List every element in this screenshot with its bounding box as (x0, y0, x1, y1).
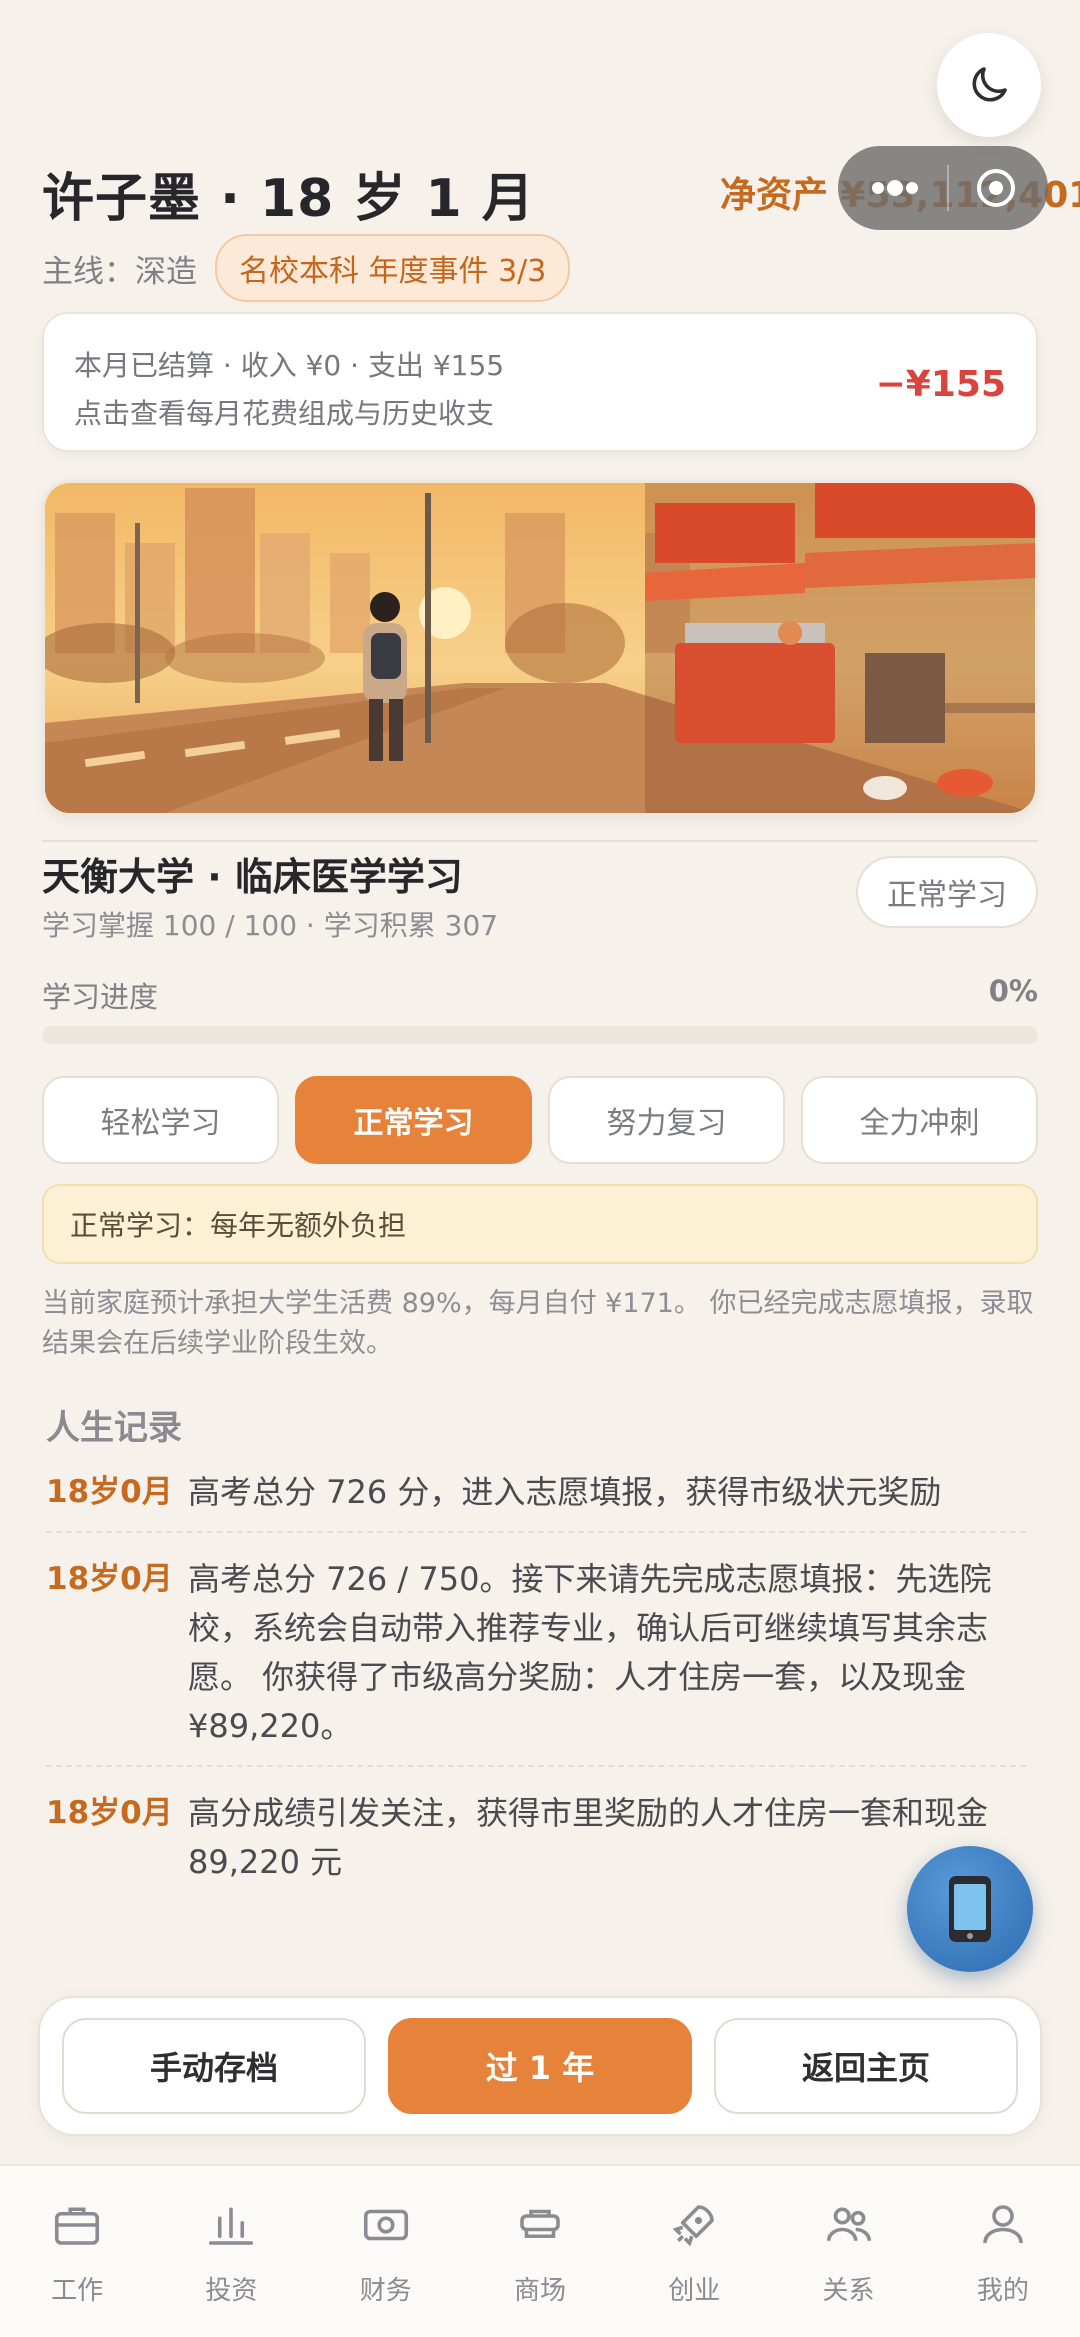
mainline-label: 主线：深造 (42, 253, 197, 290)
tab-invest[interactable]: 投资 (154, 2166, 308, 2337)
briefcase-icon (55, 2207, 100, 2245)
record-age: 18岁0月 (46, 1561, 173, 1597)
settlement-amount: −¥155 (875, 364, 1006, 405)
current-mode-badge[interactable]: 正常学习 (856, 856, 1038, 928)
return-home-button[interactable]: 返回主页 (714, 2018, 1018, 2114)
rocket-icon (672, 2205, 715, 2247)
close-target-icon[interactable] (974, 166, 1018, 210)
record-text: 高分成绩引发关注，获得市里奖励的人才住房一套和现金 89,220 元 (188, 1794, 989, 1881)
tab-startup[interactable]: 创业 (617, 2166, 771, 2337)
action-bar: 手动存档 过 1 年 返回主页 (38, 1996, 1042, 2136)
list-item: 18岁0月 高考总分 726 分，进入志愿填报，获得市级状元奖励 (46, 1460, 1026, 1533)
moon-icon (972, 67, 1007, 102)
user-icon (983, 2205, 1023, 2244)
cash-icon (363, 2209, 408, 2241)
progress-bar (42, 1026, 1038, 1044)
tab-label: 投资 (205, 2276, 258, 2306)
advance-year-button[interactable]: 过 1 年 (388, 2018, 692, 2114)
dark-mode-toggle-button[interactable] (937, 33, 1041, 137)
record-age: 18岁0月 (46, 1474, 173, 1510)
store-icon (520, 2209, 560, 2239)
phone-icon (949, 1876, 991, 1942)
university-title: 天衡大学 · 临床医学学习 (42, 855, 463, 899)
monthly-settlement-card[interactable]: 本月已结算 · 收入 ¥0 · 支出 ¥155 点击查看每月花费组成与历史收支 … (42, 312, 1038, 452)
family-support-description: 当前家庭预计承担大学生活费 89%，每月自付 ¥171。 你已经完成志愿填报，录… (42, 1288, 1034, 1359)
mode-hard-button[interactable]: 努力复习 (548, 1076, 785, 1164)
tab-label: 创业 (668, 2276, 721, 2306)
list-item: 18岁0月 高考总分 726 / 750。接下来请先完成志愿填报：先选院校，系统… (46, 1547, 1026, 1767)
progress-label: 学习进度 (42, 980, 159, 1014)
settlement-summary: 本月已结算 · 收入 ¥0 · 支出 ¥155 (74, 349, 505, 382)
tab-mall[interactable]: 商场 (463, 2166, 617, 2337)
scene-illustration (42, 480, 1038, 816)
tab-label: 商场 (513, 2276, 566, 2306)
street-scene-image (45, 483, 1035, 813)
life-records-title: 人生记录 (46, 1408, 182, 1448)
tab-label: 财务 (359, 2276, 412, 2306)
record-age: 18岁0月 (46, 1795, 173, 1831)
mode-relaxed-button[interactable]: 轻松学习 (42, 1076, 279, 1164)
study-stats: 学习掌握 100 / 100 · 学习积累 307 (42, 909, 499, 942)
section-divider (42, 840, 1038, 842)
tab-profile[interactable]: 我的 (926, 2166, 1080, 2337)
people-icon (826, 2207, 871, 2241)
record-text: 高考总分 726 / 750。接下来请先完成志愿填报：先选院校，系统会自动带入推… (188, 1560, 992, 1745)
more-dots-icon[interactable] (868, 178, 922, 198)
tab-label: 工作 (51, 2276, 104, 2306)
event-tag[interactable]: 名校本科 年度事件 3/3 (215, 234, 571, 302)
mode-sprint-button[interactable]: 全力冲刺 (801, 1076, 1038, 1164)
tab-label: 关系 (822, 2276, 875, 2306)
list-item: 18岁0月 高分成绩引发关注，获得市里奖励的人才住房一套和现金 89,220 元 (46, 1781, 1026, 1901)
page-title: 许子墨 · 18 岁 1 月 (42, 169, 535, 229)
study-mode-selector: 轻松学习 正常学习 努力复习 全力冲刺 (42, 1076, 1038, 1166)
tab-label: 我的 (976, 2276, 1029, 2306)
progress-value: 0% (988, 974, 1038, 1008)
tab-finance[interactable]: 财务 (309, 2166, 463, 2337)
tab-relations[interactable]: 关系 (771, 2166, 925, 2337)
mode-note: 正常学习：每年无额外负担 (42, 1184, 1038, 1264)
life-records-list: 18岁0月 高考总分 726 分，进入志愿填报，获得市级状元奖励 18岁0月 高… (46, 1460, 1026, 1915)
bottom-tab-bar: 工作 投资 财务 商场 创业 关系 我的 (0, 2164, 1080, 2337)
miniprogram-capsule[interactable] (838, 146, 1048, 230)
record-text: 高考总分 726 分，进入志愿填报，获得市级状元奖励 (188, 1473, 942, 1511)
settlement-hint: 点击查看每月花费组成与历史收支 (74, 397, 495, 430)
mode-normal-button[interactable]: 正常学习 (295, 1076, 532, 1164)
phone-fab-button[interactable] (907, 1846, 1033, 1972)
manual-save-button[interactable]: 手动存档 (62, 2018, 366, 2114)
mainline-row: 主线：深造 名校本科 年度事件 3/3 (42, 234, 571, 302)
tab-work[interactable]: 工作 (0, 2166, 154, 2337)
capsule-divider (946, 165, 949, 211)
chart-icon (209, 2207, 254, 2245)
